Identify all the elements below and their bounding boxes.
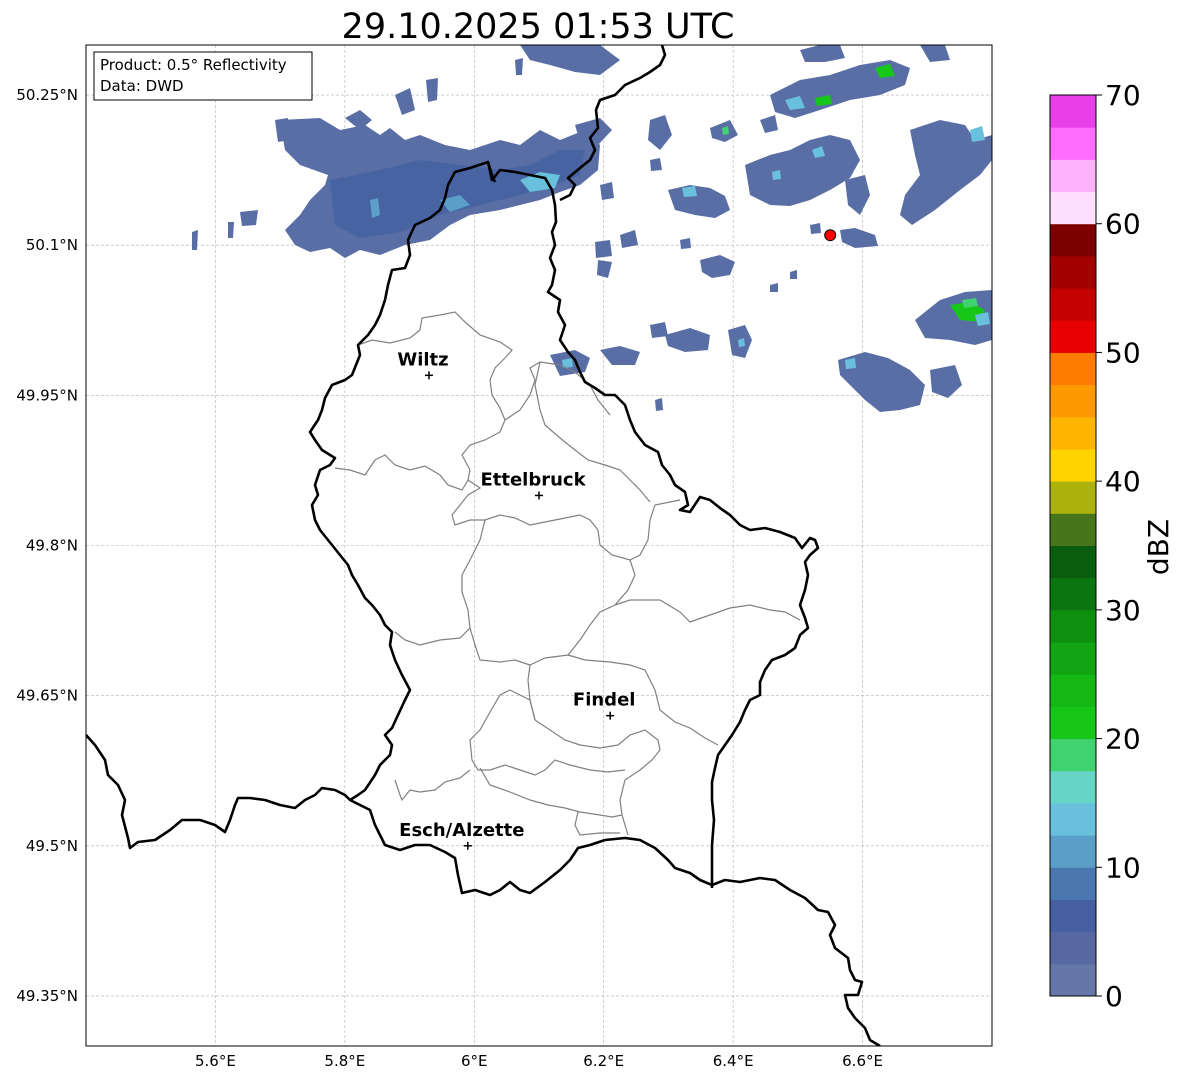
radar-site-marker (824, 229, 837, 242)
lat-tick-label: 49.35°N (16, 987, 78, 1005)
colorbar-segment (1050, 320, 1096, 353)
colorbar-tick-label: 10 (1105, 851, 1141, 884)
product-label: Product: 0.5° Reflectivity (100, 56, 287, 74)
colorbar-segment (1050, 899, 1096, 933)
colorbar-segment (1050, 963, 1096, 997)
lat-tick-label: 49.65°N (16, 687, 78, 705)
colorbar-segment (1050, 159, 1096, 193)
lon-tick-label: 6.4°E (713, 1052, 754, 1070)
colorbar-segment (1050, 802, 1096, 836)
colorbar-segment (1050, 191, 1096, 225)
lon-tick-label: 6.2°E (583, 1052, 624, 1070)
colorbar-segment (1050, 770, 1096, 804)
colorbar-segment (1050, 931, 1096, 965)
colorbar-tick-label: 60 (1105, 208, 1141, 241)
colorbar-segment (1050, 609, 1096, 643)
colorbar-segment (1050, 127, 1096, 160)
colorbar-segment (1050, 867, 1096, 900)
lat-tick-label: 49.95°N (16, 386, 78, 404)
colorbar-segment (1050, 416, 1096, 450)
colorbar-segment (1050, 384, 1096, 418)
city-label: Ettelbruck (480, 469, 586, 490)
colorbar-segment (1050, 835, 1096, 868)
colorbar-tick-label: 20 (1105, 723, 1141, 756)
product-info-box: Product: 0.5° Reflectivity Data: DWD (93, 51, 313, 101)
colorbar-tick-label: 70 (1105, 79, 1141, 112)
map-title: 29.10.2025 01:53 UTC (342, 7, 735, 47)
colorbar-segment (1050, 642, 1096, 675)
colorbar-segment (1050, 223, 1096, 257)
colorbar-segment (1050, 95, 1096, 128)
radar-map-figure: 29.10.2025 01:53 UTC WiltzEttelbruckFind… (16, 7, 1175, 1070)
colorbar-segment (1050, 545, 1096, 579)
lon-tick-label: 6°E (461, 1052, 488, 1070)
colorbar-segment (1050, 577, 1096, 611)
lat-tick-label: 49.8°N (26, 537, 78, 555)
colorbar-segment (1050, 255, 1096, 289)
lat-tick-label: 49.5°N (26, 837, 78, 855)
colorbar-segment (1050, 738, 1096, 772)
lon-tick-label: 6.6°E (842, 1052, 883, 1070)
colorbar-segment (1050, 352, 1096, 386)
colorbar-tick-label: 0 (1105, 980, 1123, 1013)
colorbar-tick-label: 50 (1105, 336, 1141, 369)
lon-tick-label: 5.8°E (324, 1052, 365, 1070)
city-label: Esch/Alzette (399, 820, 524, 841)
colorbar-segment (1050, 674, 1096, 707)
city-label: Wiltz (397, 349, 448, 370)
data-source-label: Data: DWD (100, 77, 184, 95)
colorbar-segment (1050, 513, 1096, 546)
colorbar-segment (1050, 706, 1096, 740)
colorbar-tick-label: 30 (1105, 594, 1141, 627)
colorbar-tick-label: 40 (1105, 465, 1141, 498)
lat-tick-label: 50.25°N (16, 86, 78, 104)
lon-tick-label: 5.6°E (195, 1052, 236, 1070)
colorbar: 0 10 20 30 40 50 60 70 (1049, 79, 1141, 1013)
city-label: Findel (573, 690, 636, 711)
lat-tick-label: 50.1°N (26, 236, 78, 254)
colorbar-label: dBZ (1142, 519, 1175, 575)
colorbar-segment (1050, 448, 1096, 482)
colorbar-segment (1050, 288, 1096, 321)
colorbar-segment (1050, 481, 1096, 514)
